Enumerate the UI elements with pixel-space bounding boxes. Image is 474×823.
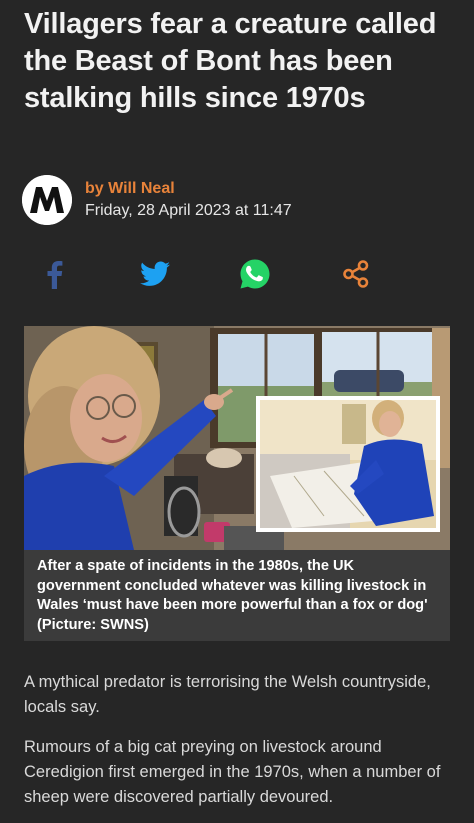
share-button[interactable] xyxy=(338,256,374,292)
article-photo[interactable] xyxy=(24,326,450,550)
metro-logo-icon xyxy=(22,175,72,225)
author-link[interactable]: by Will Neal xyxy=(85,178,292,200)
facebook-icon xyxy=(47,261,63,289)
article-paragraph: Rumours of a big cat preying on livestoc… xyxy=(24,738,441,806)
woman-pointing-photo xyxy=(24,326,450,550)
publish-date: Friday, 28 April 2023 at 11:47 xyxy=(85,202,292,219)
image-caption: After a spate of incidents in the 1980s,… xyxy=(24,550,450,641)
facebook-share-button[interactable] xyxy=(36,256,72,292)
whatsapp-icon xyxy=(240,259,270,289)
whatsapp-share-button[interactable] xyxy=(237,256,273,292)
article-headline: Villagers fear a creature called the Bea… xyxy=(24,8,437,114)
byline: by Will Neal Friday, 28 April 2023 at 11… xyxy=(22,174,292,226)
article-paragraph: A mythical predator is terrorising the W… xyxy=(24,673,431,716)
share-bar xyxy=(0,252,474,296)
twitter-icon xyxy=(140,261,170,286)
author-avatar[interactable] xyxy=(22,175,72,225)
share-icon xyxy=(343,260,369,288)
twitter-share-button[interactable] xyxy=(137,256,173,292)
